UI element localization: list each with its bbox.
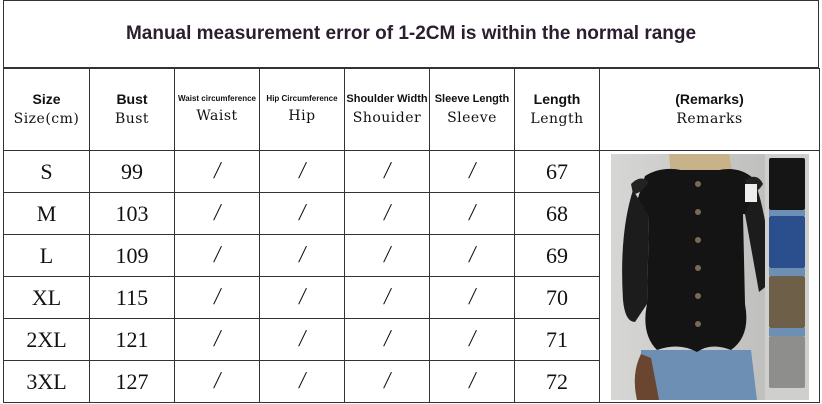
shoulder-cell: / xyxy=(344,276,430,319)
waist-cell: / xyxy=(174,318,260,361)
header-hip: Hip Circumference Hip xyxy=(259,68,345,151)
shoulder-cell: / xyxy=(344,318,430,361)
header-length-sub: Length xyxy=(530,110,584,127)
header-size-label: Size xyxy=(32,90,61,107)
length-cell: 71 xyxy=(514,318,600,361)
measurement-note-title: Manual measurement error of 1-2CM is wit… xyxy=(3,0,819,68)
size-cell: L xyxy=(3,234,90,277)
hip-cell: / xyxy=(259,234,345,277)
size-table: Size Size(cm) Bust Bust Waist circumfere… xyxy=(3,68,820,403)
remarks-photo-cell xyxy=(599,150,820,403)
length-cell: 68 xyxy=(514,192,600,235)
product-photo xyxy=(610,153,809,400)
waist-cell: / xyxy=(174,276,260,319)
size-cell: 2XL xyxy=(3,318,90,361)
header-bust-sub: Bust xyxy=(114,110,150,127)
size-cell: 3XL xyxy=(3,360,90,403)
sleeve-cell: / xyxy=(429,318,515,361)
length-cell: 72 xyxy=(514,360,600,403)
header-remarks: (Remarks) Remarks xyxy=(599,68,820,151)
header-bust-label: Bust xyxy=(116,90,148,107)
bust-cell: 103 xyxy=(89,192,175,235)
length-cell: 70 xyxy=(514,276,600,319)
shoulder-cell: / xyxy=(344,192,430,235)
waist-cell: / xyxy=(174,234,260,277)
sleeve-cell: / xyxy=(429,192,515,235)
header-waist-label: Waist circumference xyxy=(178,93,256,103)
shoulder-cell: / xyxy=(344,234,430,277)
header-shoulder-sub: Shouider xyxy=(352,109,422,126)
blouse-model-image xyxy=(610,153,809,400)
bust-cell: 109 xyxy=(89,234,175,277)
hip-cell: / xyxy=(259,150,345,193)
header-remarks-label: (Remarks) xyxy=(675,90,744,107)
bust-cell: 121 xyxy=(89,318,175,361)
shoulder-cell: / xyxy=(344,360,430,403)
hip-cell: / xyxy=(259,276,345,319)
hip-cell: / xyxy=(259,360,345,403)
header-bust: Bust Bust xyxy=(89,68,175,151)
header-remarks-sub: Remarks xyxy=(676,110,743,127)
size-chart: Manual measurement error of 1-2CM is wit… xyxy=(3,0,821,404)
waist-cell: / xyxy=(174,360,260,403)
waist-cell: / xyxy=(174,150,260,193)
bust-cell: 99 xyxy=(89,150,175,193)
shoulder-cell: / xyxy=(344,150,430,193)
sleeve-cell: / xyxy=(429,276,515,319)
header-shoulder: Shoulder Width Shouider xyxy=(344,68,430,151)
title-text: Manual measurement error of 1-2CM is wit… xyxy=(125,23,697,44)
sleeve-cell: / xyxy=(429,234,515,277)
header-hip-label: Hip Circumference xyxy=(266,93,338,103)
sleeve-cell: / xyxy=(429,360,515,403)
header-size-sub: Size(cm) xyxy=(13,110,80,127)
header-hip-sub: Hip xyxy=(288,107,316,124)
header-sleeve-label: Sleeve Length xyxy=(434,92,510,105)
table-row: S 99 / / / / 67 xyxy=(3,150,820,403)
length-cell: 69 xyxy=(514,234,600,277)
length-cell: 67 xyxy=(514,150,600,193)
header-waist: Waist circumference Waist xyxy=(174,68,260,151)
header-row: Size Size(cm) Bust Bust Waist circumfere… xyxy=(3,68,820,151)
header-sleeve-sub: Sleeve xyxy=(447,109,497,126)
sleeve-cell: / xyxy=(429,150,515,193)
header-length-label: Length xyxy=(533,90,581,107)
bust-cell: 127 xyxy=(89,360,175,403)
header-waist-sub: Waist xyxy=(196,107,238,124)
size-cell: S xyxy=(3,150,90,193)
hip-cell: / xyxy=(259,192,345,235)
size-cell: XL xyxy=(3,276,90,319)
header-size: Size Size(cm) xyxy=(3,68,90,151)
waist-cell: / xyxy=(174,192,260,235)
bust-cell: 115 xyxy=(89,276,175,319)
size-cell: M xyxy=(3,192,90,235)
header-shoulder-label: Shoulder Width xyxy=(346,92,428,105)
header-length: Length Length xyxy=(514,68,600,151)
hip-cell: / xyxy=(259,318,345,361)
header-sleeve: Sleeve Length Sleeve xyxy=(429,68,515,151)
